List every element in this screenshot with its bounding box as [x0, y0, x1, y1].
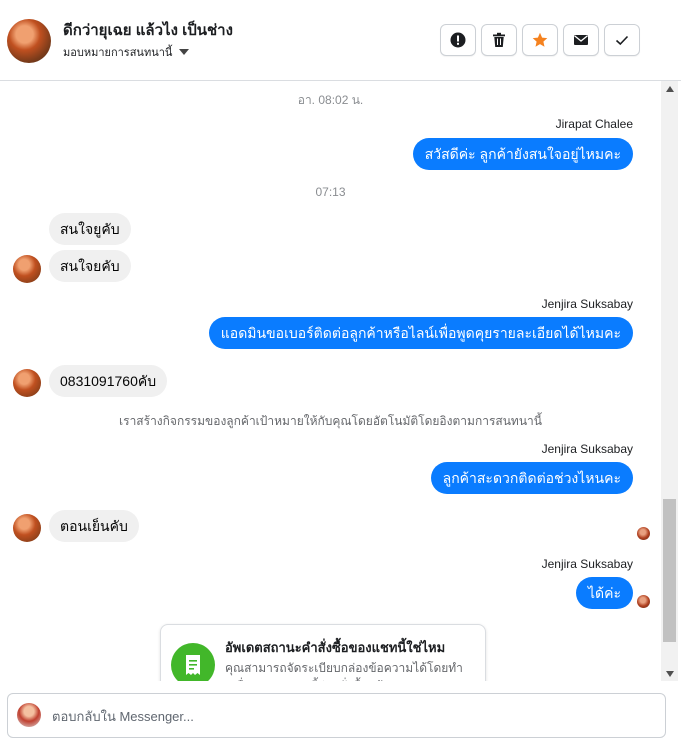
outgoing-message[interactable]: แอดมินขอเบอร์ติดต่อลูกค้าหรือไลน์เพื่อพู…	[208, 317, 633, 349]
mark-unread-button[interactable]	[563, 24, 599, 56]
outgoing-message[interactable]: สวัสดีค่ะ ลูกค้ายังสนใจอยู่ไหมคะ	[412, 138, 633, 170]
scroll-up-icon[interactable]	[666, 86, 674, 92]
timestamp: อา. 08:02 น.	[297, 93, 364, 107]
outgoing-message[interactable]: ได้ค่ะ	[575, 577, 633, 609]
conversation-header: ดีกว่ายุเฉย แล้วไง เป็นช่าง มอบหมายการสน…	[0, 0, 681, 81]
order-status-card[interactable]: อัพเดตสถานะคำสั่งซื้อของแชทนี้ใช่ไหม คุณ…	[160, 624, 486, 681]
caret-down-icon	[179, 49, 190, 55]
reply-composer	[7, 693, 666, 738]
mark-done-button[interactable]	[604, 24, 640, 56]
star-button[interactable]	[522, 24, 558, 56]
message-thread[interactable]: อา. 08:02 น. Jirapat Chalee สวัสดีค่ะ ลู…	[0, 81, 661, 681]
report-button[interactable]	[440, 24, 476, 56]
system-notice: เราสร้างกิจกรรมของลูกค้าเป้าหมายให้กับคุ…	[119, 414, 542, 428]
sender-name: Jenjira Suksabay	[541, 557, 633, 571]
sender-name: Jirapat Chalee	[555, 117, 633, 131]
header-actions	[440, 24, 640, 56]
contact-avatar-small	[13, 255, 41, 283]
assign-label: มอบหมายการสนทนานี้	[63, 47, 173, 59]
exclamation-icon	[450, 32, 466, 48]
incoming-message[interactable]: สนใจยูคับ	[49, 213, 131, 245]
scrollbar[interactable]	[661, 81, 678, 681]
scroll-down-icon[interactable]	[666, 671, 674, 677]
incoming-message[interactable]: 0831091760คับ	[49, 365, 168, 397]
contact-name[interactable]: ดีกว่ายุเฉย แล้วไง เป็นช่าง	[63, 18, 233, 42]
page-avatar	[17, 703, 41, 727]
incoming-message[interactable]: ตอนเย็นคับ	[49, 510, 139, 542]
seen-avatar-icon	[637, 527, 650, 540]
seen-avatar-icon	[637, 595, 650, 608]
sender-name: Jenjira Suksabay	[541, 442, 633, 456]
envelope-icon	[574, 35, 588, 45]
incoming-message[interactable]: สนใจยคับ	[49, 250, 131, 282]
trash-icon	[493, 32, 505, 47]
check-icon	[615, 35, 629, 46]
star-icon	[532, 32, 548, 47]
contact-avatar-small	[13, 514, 41, 542]
scroll-thumb[interactable]	[663, 499, 676, 642]
contact-avatar[interactable]	[7, 19, 51, 63]
assign-conversation-dropdown[interactable]: มอบหมายการสนทนานี้	[63, 43, 190, 61]
contact-avatar-small	[13, 369, 41, 397]
card-title: อัพเดตสถานะคำสั่งซื้อของแชทนี้ใช่ไหม	[225, 640, 446, 655]
sender-name: Jenjira Suksabay	[541, 297, 633, 311]
receipt-icon	[171, 643, 215, 681]
delete-button[interactable]	[481, 24, 517, 56]
card-description: คุณสามารถจัดระเบียบกล่องข้อความได้โดยทำเ…	[225, 661, 463, 681]
timestamp: 07:13	[315, 185, 346, 199]
outgoing-message[interactable]: ลูกค้าสะดวกติดต่อช่วงไหนคะ	[430, 462, 633, 494]
reply-input[interactable]	[50, 702, 654, 730]
